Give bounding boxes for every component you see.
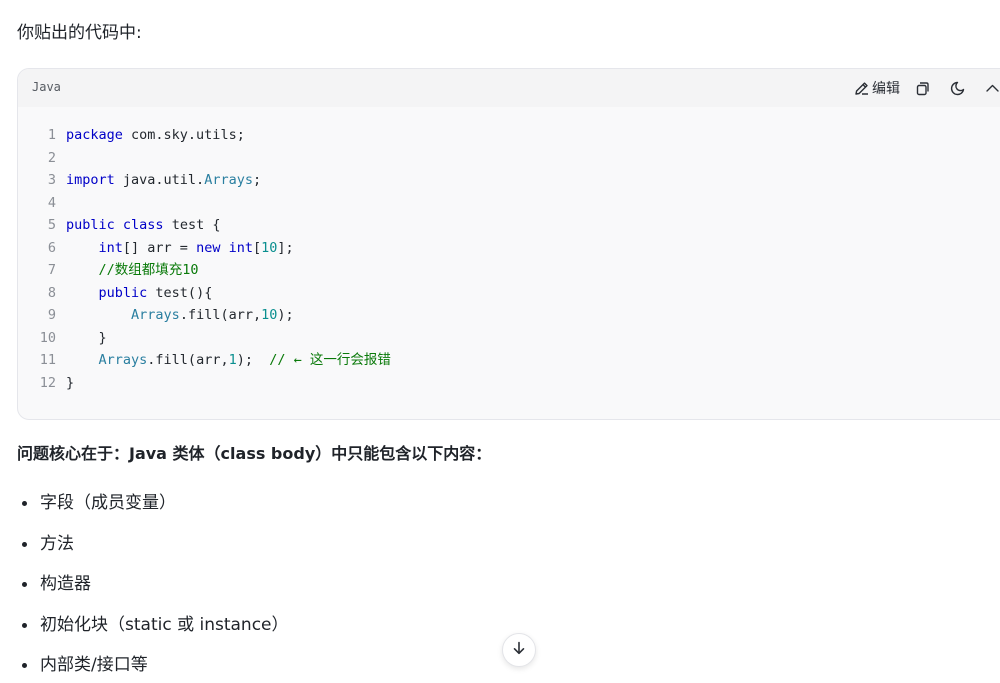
list-item: 内部类/接口等	[22, 652, 289, 683]
line-number: 12	[39, 374, 56, 391]
code-keyword: public	[98, 284, 148, 301]
code-text: .fill(arr,	[147, 352, 229, 368]
copy-button[interactable]	[914, 80, 931, 97]
list-item-text: 内部类/接口等	[40, 655, 148, 675]
line-number: 4	[47, 194, 56, 211]
code-keyword: int	[228, 239, 253, 256]
code-toolbar: 编辑	[853, 77, 1000, 99]
code-text: com.sky.utils;	[122, 127, 245, 143]
code-text: [	[252, 239, 262, 256]
code-line: 2	[18, 147, 391, 170]
list-item-text: 方法	[40, 533, 74, 554]
code-text: ;	[252, 172, 262, 188]
code-comment: //数组都填充10	[98, 262, 199, 278]
code-keyword: int	[98, 239, 123, 256]
code-text: .fill(arr,	[179, 307, 262, 323]
collapse-button[interactable]	[984, 80, 1000, 97]
code-text: test(){	[147, 284, 213, 301]
line-number: 3	[47, 172, 56, 188]
list-item-text: 初始化块（static 或 instance）	[40, 614, 289, 635]
code-text: java.util.	[114, 172, 205, 188]
code-language-label: Java	[32, 80, 61, 94]
code-keyword: public	[66, 217, 115, 233]
line-number: 8	[47, 284, 56, 301]
bullet-dot	[22, 622, 27, 628]
code-text: }	[66, 374, 75, 391]
code-type: Arrays	[98, 352, 148, 368]
line-number: 5	[47, 217, 56, 233]
code-text: );	[277, 307, 294, 323]
code-line: 6 int[] arr = new int[10];	[18, 237, 391, 260]
list-item-text: 构造器	[40, 574, 91, 594]
copy-icon	[914, 80, 931, 97]
code-line: 11 Arrays.fill(arr,1); // ← 这一行会报错	[18, 349, 391, 372]
intro-text: 你贴出的代码中:	[17, 23, 142, 43]
list-item: 方法	[22, 531, 289, 572]
code-line: 4	[18, 192, 391, 215]
line-number: 6	[47, 239, 56, 256]
code-line: 10 }	[18, 327, 391, 350]
chat-page: 你贴出的代码中: Java 编辑 1 package com.sky.utils…	[0, 0, 1000, 683]
code-line: 3 import java.util.Arrays;	[18, 169, 391, 192]
code-content: 1 package com.sky.utils; 2 3 import java…	[18, 124, 391, 394]
code-type: Arrays	[204, 172, 253, 188]
list-item: 构造器	[22, 571, 289, 612]
code-block: Java 编辑 1 package com.sky.utils; 2 3 imp…	[17, 68, 1000, 420]
code-keyword: import	[66, 172, 115, 188]
code-comment: // ← 这一行会报错	[269, 352, 391, 368]
code-type: Arrays	[131, 307, 180, 323]
content-list: 字段（成员变量） 方法 构造器 初始化块（static 或 instance） …	[22, 490, 289, 683]
code-number: 1	[228, 352, 237, 368]
list-item-text: 字段（成员变量）	[40, 493, 176, 513]
code-line: 9 Arrays.fill(arr,10);	[18, 304, 391, 327]
bullet-dot	[22, 582, 27, 587]
list-item: 字段（成员变量）	[22, 490, 289, 531]
bullet-dot	[22, 501, 27, 506]
code-number: 10	[261, 239, 278, 256]
line-number: 1	[47, 127, 56, 143]
code-text: ];	[277, 239, 294, 256]
theme-toggle-button[interactable]	[949, 80, 966, 97]
code-line: 5 public class test {	[18, 214, 391, 237]
list-item: 初始化块（static 或 instance）	[22, 612, 289, 653]
scroll-to-bottom-button[interactable]	[502, 633, 536, 667]
code-line: 1 package com.sky.utils;	[18, 124, 391, 147]
arrow-down-icon	[511, 640, 527, 660]
code-header: Java 编辑	[18, 69, 1000, 107]
code-line: 7 //数组都填充10	[18, 259, 391, 282]
moon-icon	[949, 80, 966, 97]
code-keyword: new	[196, 239, 221, 256]
code-number: 10	[261, 307, 278, 323]
line-number: 2	[47, 149, 56, 166]
bullet-dot	[22, 541, 27, 547]
edit-button-label: 编辑	[872, 81, 900, 97]
line-number: 11	[39, 352, 56, 368]
code-text: );	[236, 352, 270, 368]
code-text: test {	[163, 217, 221, 233]
code-keyword: class	[122, 217, 164, 233]
code-line: 8 public test(){	[18, 282, 391, 305]
chevron-up-icon	[984, 80, 1000, 97]
line-number: 7	[47, 262, 56, 278]
bullet-dot	[22, 663, 27, 668]
code-line: 12 }	[18, 372, 391, 395]
line-number: 9	[47, 307, 56, 323]
edit-button[interactable]: 编辑	[853, 78, 900, 98]
code-text: }	[98, 329, 107, 346]
code-text: [] arr =	[122, 239, 197, 256]
pencil-icon	[853, 80, 870, 97]
code-keyword: package	[66, 127, 123, 143]
line-number: 10	[39, 329, 56, 346]
section-title: 问题核心在于：Java 类体（class body）中只能包含以下内容：	[17, 444, 492, 463]
